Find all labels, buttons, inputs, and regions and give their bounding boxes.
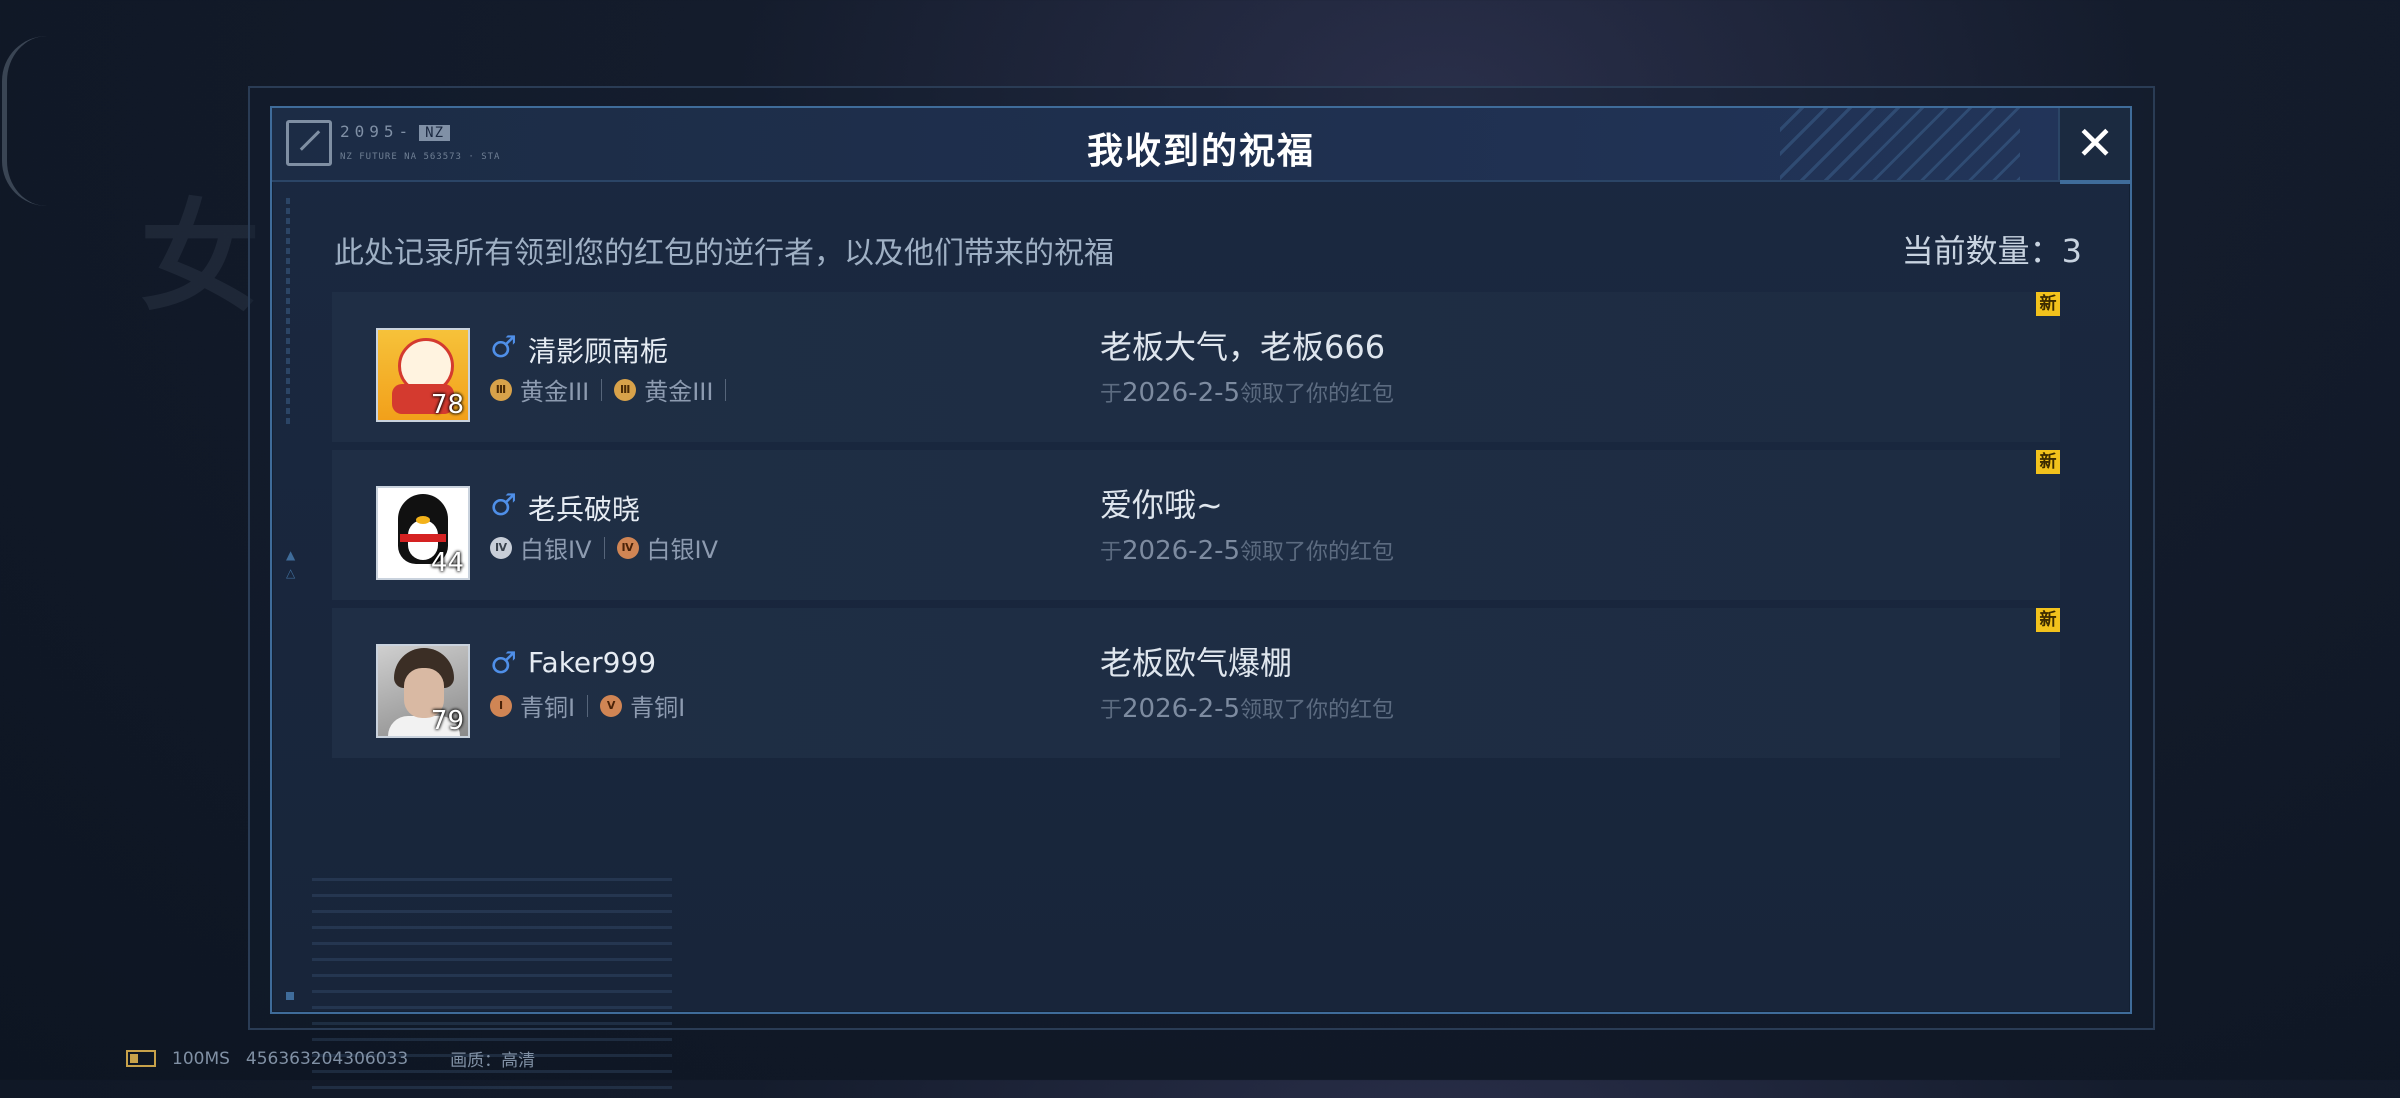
blessing-text: 老板大气，老板666 (1100, 328, 1386, 366)
rank-label: 黄金III (644, 378, 714, 406)
received-date: 2026-2-5 (1122, 378, 1241, 408)
blessings-dialog: 2095- NZ NZ FUTURE NA 563573 · STA 我收到的祝福… (270, 106, 2132, 1098)
gold-rank-icon: Ⅲ (614, 378, 637, 401)
blessing-text: 爱你哦~ (1100, 486, 1223, 524)
dialog-header: 2095- NZ NZ FUTURE NA 563573 · STA 我收到的祝福… (272, 108, 2130, 184)
rank-info: Ⅲ 黄金III Ⅲ 黄金III (490, 372, 738, 407)
dialog-description: 此处记录所有领到您的红包的逆行者，以及他们带来的祝福 (334, 236, 1114, 271)
player-level: 78 (430, 390, 464, 420)
quality-setting: 画质：高清 (450, 1051, 536, 1071)
close-underline (2060, 180, 2130, 184)
rank-label: 白银IV (646, 536, 719, 564)
rank-label: 黄金III (520, 378, 590, 406)
background-title-shadow: 女 (140, 189, 260, 328)
blessing-row[interactable]: 78 ♂ 清影顾南栀 Ⅲ 黄金III Ⅲ 黄金III 老板大气，老板666 于2… (332, 292, 2060, 442)
received-info: 于2026-2-5领取了你的红包 (1100, 534, 1394, 566)
received-suffix: 领取了你的红包 (1240, 698, 1395, 723)
divider (601, 378, 603, 401)
male-icon: ♂ (490, 646, 517, 681)
avatar[interactable]: 44 (376, 486, 470, 580)
blessing-text: 老板欧气爆棚 (1100, 644, 1293, 682)
received-suffix: 领取了你的红包 (1240, 382, 1395, 407)
battery-icon (126, 1050, 156, 1067)
close-button[interactable]: ✕ (2058, 108, 2130, 180)
rank-info: Ⅳ 白银IV Ⅳ 白银IV (490, 530, 718, 565)
scroll-up-outline-icon: △ (286, 566, 296, 580)
rank-info: Ⅰ 青铜I Ⅴ 青铜I (490, 688, 685, 723)
blessing-row[interactable]: 79 ♂ Faker999 Ⅰ 青铜I Ⅴ 青铜I 老板欧气爆棚 于2026-2… (332, 608, 2060, 758)
status-bar: 100MS 456363204306033 画质：高清 (126, 1046, 551, 1071)
background-arc (2, 36, 47, 206)
header-stripes (1780, 108, 2020, 180)
divider (725, 378, 727, 401)
scroll-up-icon: ▲ (286, 548, 296, 562)
avatar[interactable]: 79 (376, 644, 470, 738)
received-suffix: 领取了你的红包 (1240, 540, 1395, 565)
received-info: 于2026-2-5领取了你的红包 (1100, 692, 1394, 724)
male-icon: ♂ (490, 488, 517, 523)
player-name: 清影顾南栀 (528, 335, 669, 368)
received-date: 2026-2-5 (1122, 536, 1241, 566)
new-badge: 新 (2036, 608, 2060, 632)
bronze-rank-icon: Ⅴ (600, 694, 623, 717)
avatar[interactable]: 78 (376, 328, 470, 422)
rank-label: 青铜I (630, 694, 686, 722)
divider (587, 694, 589, 717)
ping-text: 100MS (172, 1048, 230, 1069)
gold-rank-icon: Ⅲ (490, 378, 512, 401)
player-level: 44 (430, 548, 464, 578)
received-prefix: 于 (1100, 382, 1123, 407)
blessing-row[interactable]: 44 ♂ 老兵破晓 Ⅳ 白银IV Ⅳ 白银IV 爱你哦~ 于2026-2-5领取… (332, 450, 2060, 600)
side-rail (286, 198, 290, 428)
received-prefix: 于 (1100, 540, 1123, 565)
received-info: 于2026-2-5领取了你的红包 (1100, 376, 1394, 408)
player-name: Faker999 (528, 646, 657, 679)
blessing-count: 当前数量：3 (1901, 232, 2082, 270)
player-level: 79 (430, 706, 464, 736)
corner-dot (286, 992, 294, 1000)
male-icon: ♂ (490, 330, 517, 365)
silver-rank-icon: Ⅳ (616, 536, 639, 559)
received-date: 2026-2-5 (1122, 694, 1241, 724)
player-id: 456363204306033 (245, 1048, 409, 1069)
divider (603, 536, 605, 559)
bronze-rank-icon: Ⅰ (490, 694, 512, 717)
new-badge: 新 (2036, 450, 2060, 474)
blessing-list: 78 ♂ 清影顾南栀 Ⅲ 黄金III Ⅲ 黄金III 老板大气，老板666 于2… (332, 292, 2060, 766)
player-name: 老兵破晓 (528, 493, 641, 526)
new-badge: 新 (2036, 292, 2060, 316)
received-prefix: 于 (1100, 698, 1123, 723)
silver-rank-icon: Ⅳ (490, 536, 512, 559)
rank-label: 青铜I (520, 694, 576, 722)
rank-label: 白银IV (520, 536, 592, 564)
